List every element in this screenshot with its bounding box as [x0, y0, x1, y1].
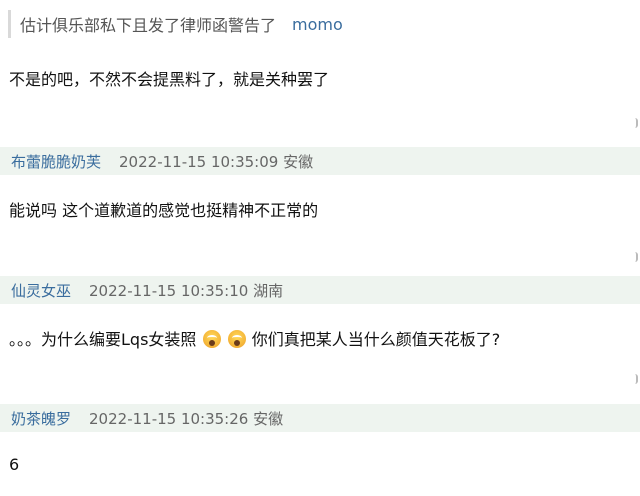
- scroll-edge-marker: [630, 374, 638, 384]
- scared-face-icon: [202, 330, 221, 348]
- reply-text: 不是的吧，不然不会提黑料了，就是关种罢了: [9, 70, 330, 89]
- comment-text: 6: [9, 455, 20, 474]
- comment-username[interactable]: 布蕾脆脆奶芙: [11, 151, 101, 172]
- scroll-edge-marker: [630, 118, 638, 128]
- comment-timestamp-location: 2022-11-15 10:35:09 安徽: [119, 152, 314, 171]
- comment-text-part: 。。。为什么编要Lqs女装照: [9, 330, 197, 349]
- comment-timestamp-location: 2022-11-15 10:35:26 安徽: [89, 409, 284, 428]
- comment-username[interactable]: 仙灵女巫: [11, 280, 71, 301]
- scared-face-icon: [227, 330, 246, 348]
- comment-header: 仙灵女巫 2022-11-15 10:35:10 湖南: [0, 276, 640, 304]
- scroll-edge-marker: [630, 252, 638, 262]
- comment-timestamp-location: 2022-11-15 10:35:10 湖南: [89, 281, 284, 300]
- comment-username[interactable]: 奶茶魄罗: [11, 408, 71, 429]
- quoted-comment: 估计俱乐部私下且发了律师函警告了 momo: [8, 10, 343, 38]
- comment-text: 。。。为什么编要Lqs女装照 你们真把某人当什么颜值天花板了?: [9, 326, 500, 350]
- comment-header: 布蕾脆脆奶芙 2022-11-15 10:35:09 安徽: [0, 147, 640, 175]
- quoted-author-link[interactable]: momo: [292, 15, 343, 34]
- comment-header: 奶茶魄罗 2022-11-15 10:35:26 安徽: [0, 404, 640, 432]
- quoted-text: 估计俱乐部私下且发了律师函警告了: [20, 16, 277, 35]
- comment-text-part: 你们真把某人当什么颜值天花板了?: [251, 330, 501, 349]
- comment-text: 能说吗 这个道歉道的感觉也挺精神不正常的: [9, 201, 319, 220]
